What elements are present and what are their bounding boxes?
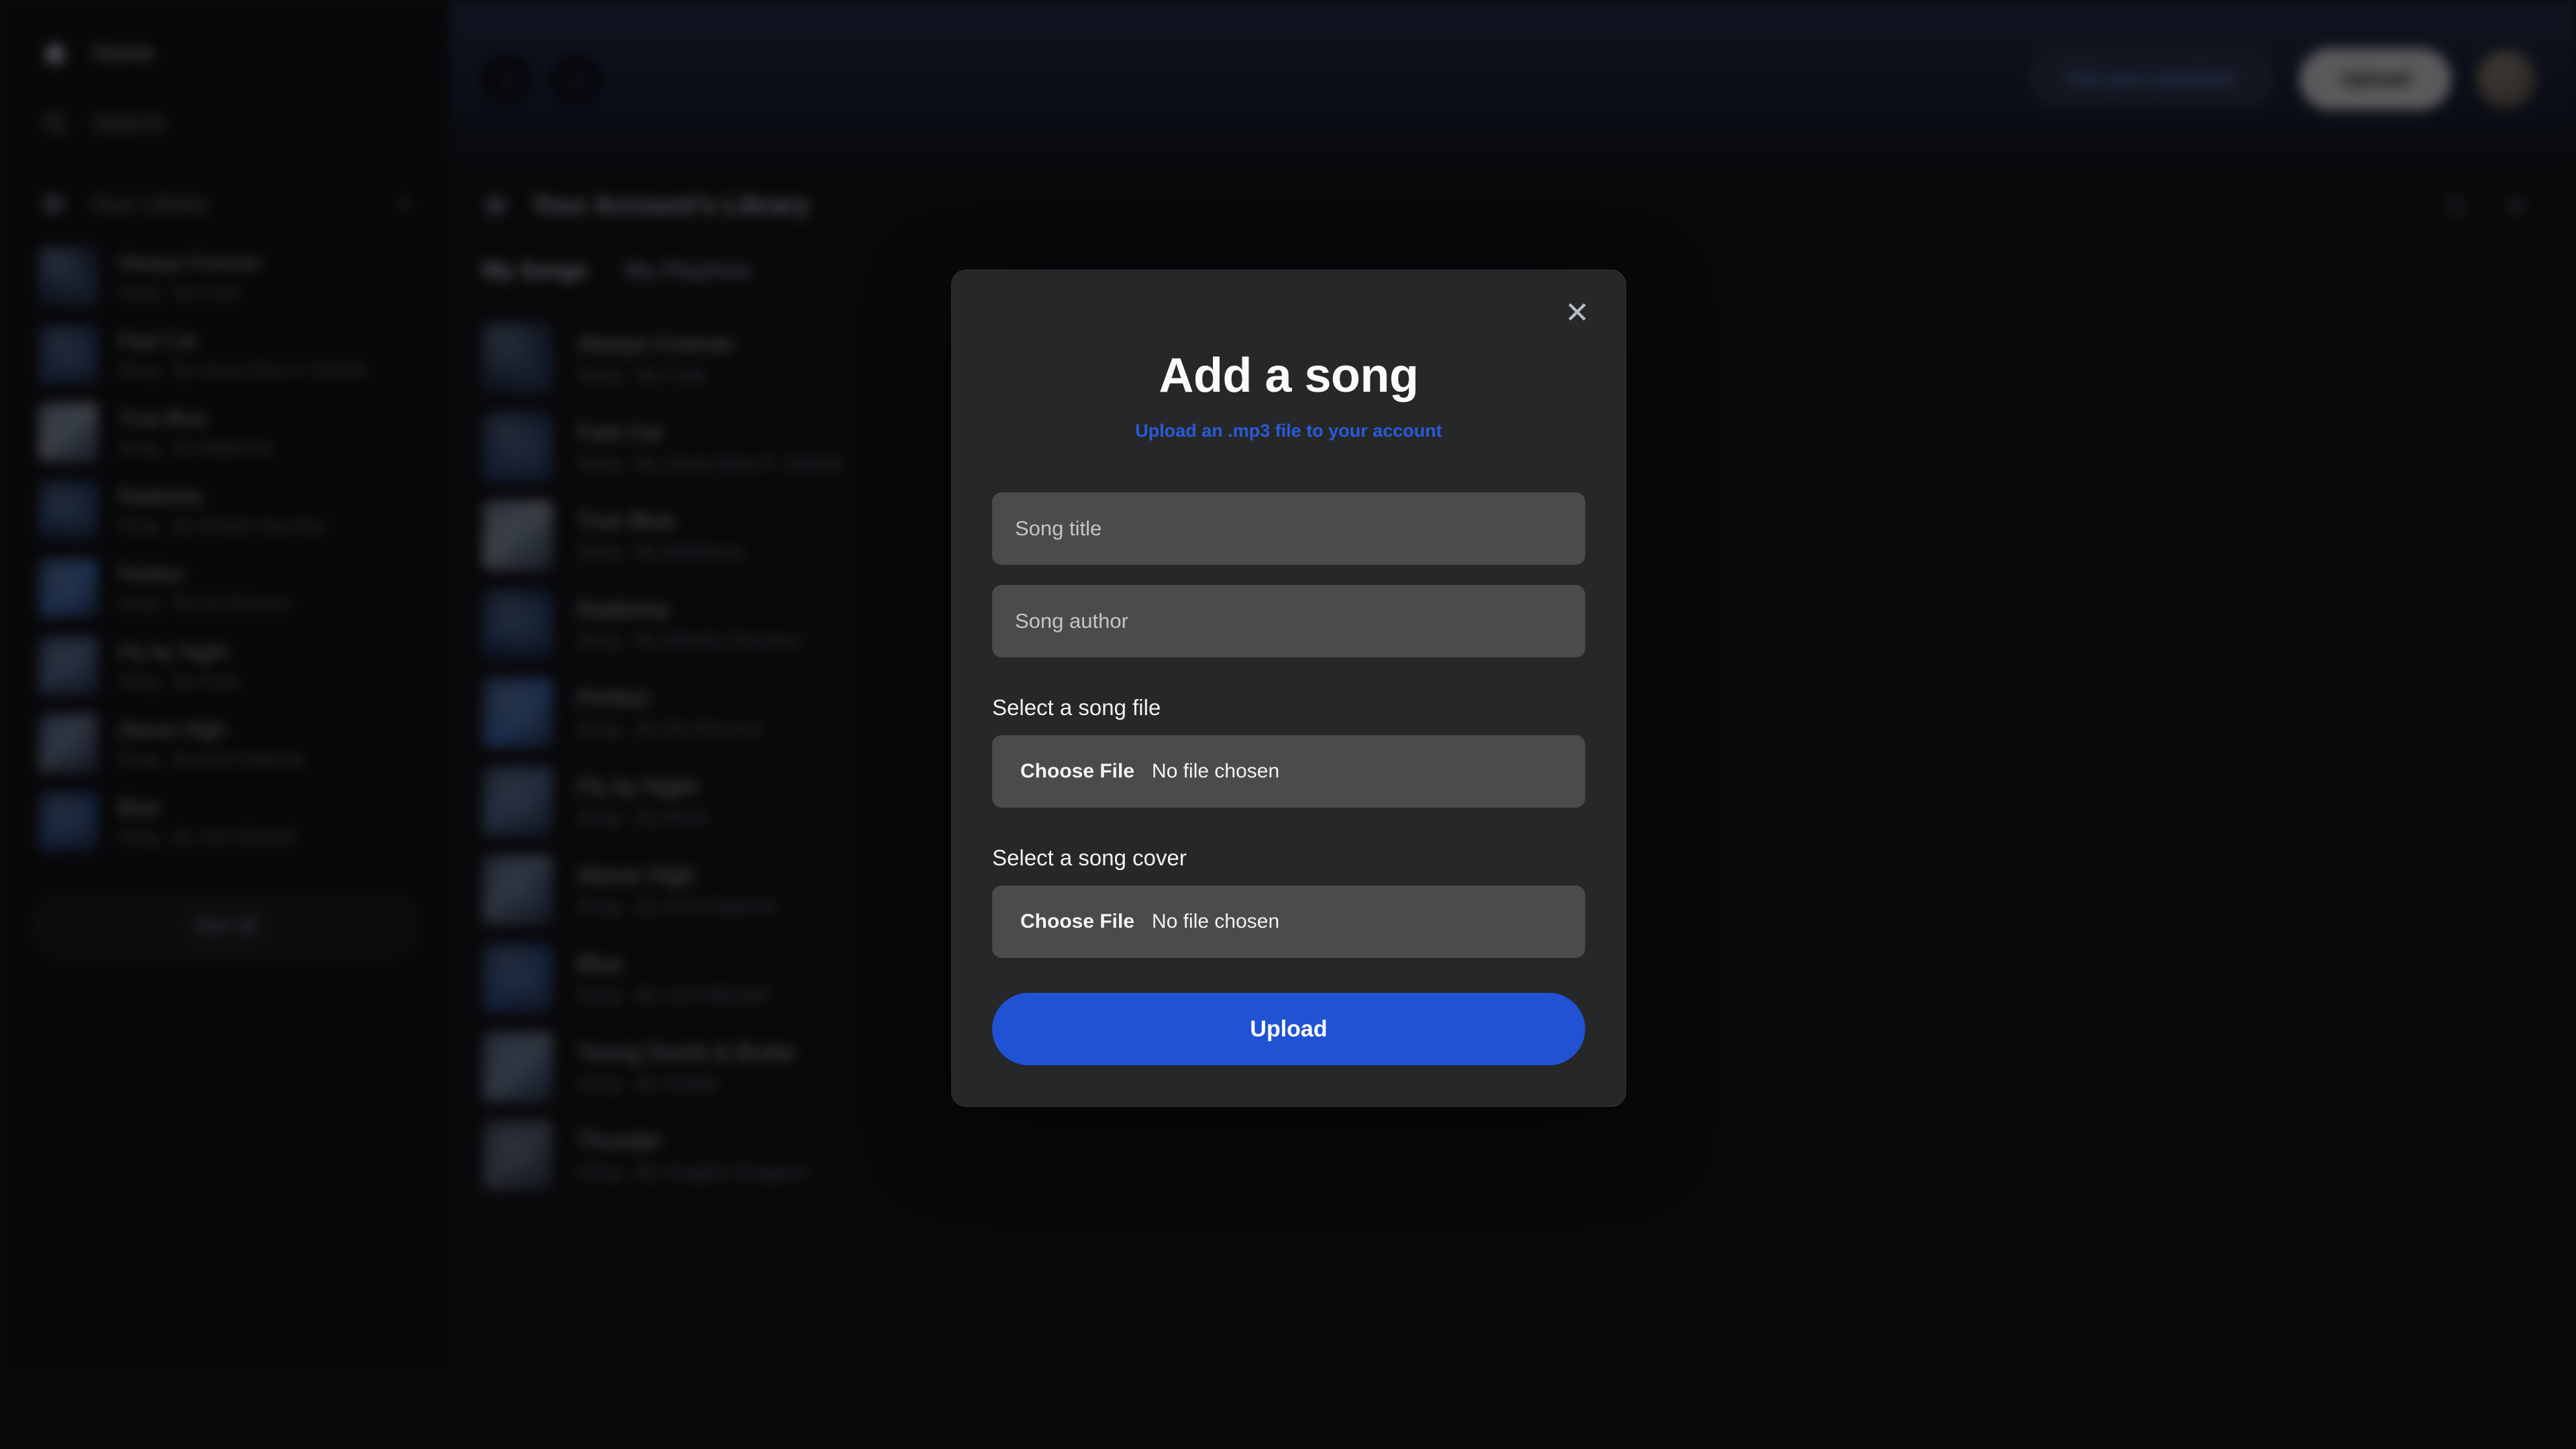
song-file-status: No file chosen [1152,760,1280,782]
song-cover-label: Select a song cover [992,845,1187,870]
modal-subtitle: Upload an .mp3 file to your account [1135,421,1442,441]
upload-submit-button[interactable]: Upload [992,993,1585,1065]
close-icon[interactable]: ✕ [1558,294,1596,332]
add-song-modal: ✕ Add a song Upload an .mp3 file to your… [951,270,1626,1107]
choose-file-button[interactable]: Choose File [1020,910,1134,933]
song-cover-status: No file chosen [1152,910,1280,932]
song-author-input[interactable] [992,585,1585,657]
upload-submit-label: Upload [1250,1016,1328,1042]
song-title-input[interactable] [992,492,1585,565]
song-file-picker[interactable]: Choose File No file chosen [992,735,1585,808]
app-root: Home Search Your Library + Always Foreve… [0,0,2576,1449]
song-cover-picker[interactable]: Choose File No file chosen [992,885,1585,958]
choose-file-button[interactable]: Choose File [1020,760,1134,783]
song-file-label: Select a song file [992,695,1161,720]
modal-title: Add a song [1159,349,1419,402]
